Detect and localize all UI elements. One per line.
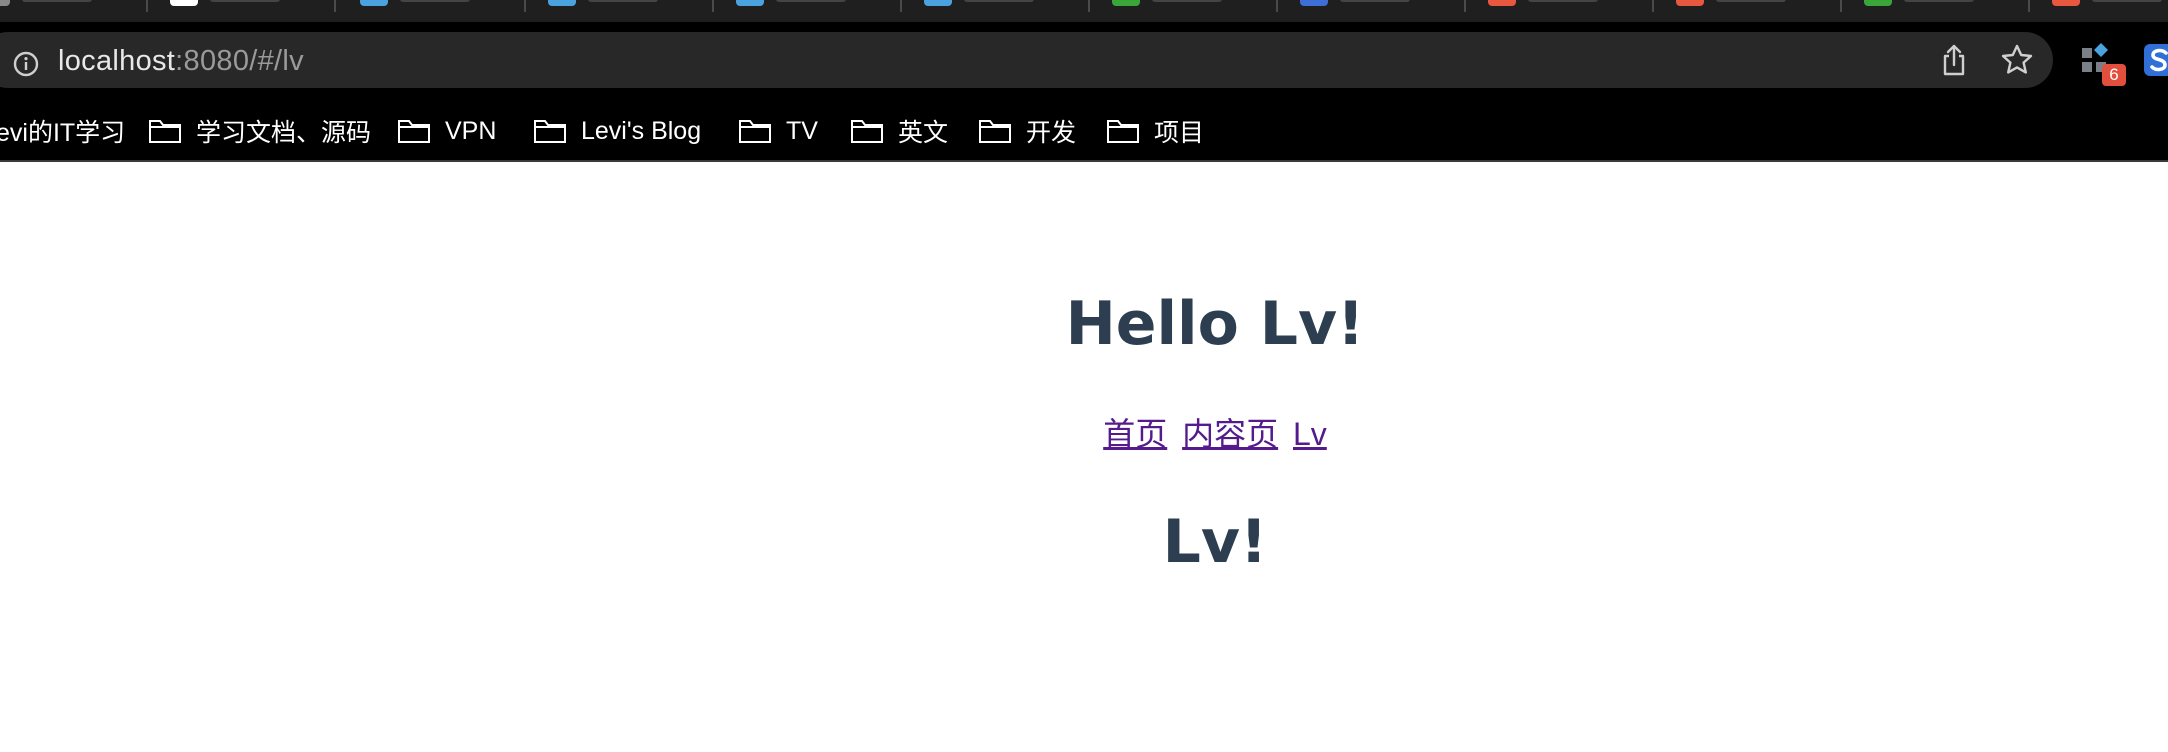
bookmark-label: evi的IT学习 <box>0 119 126 147</box>
tab-favicon <box>548 0 576 6</box>
route-view-heading: Lv! <box>1162 507 1268 577</box>
folder-icon <box>1107 120 1139 143</box>
tab-favicon <box>1864 0 1892 6</box>
tab-title-placeholder <box>400 0 470 2</box>
folder-icon <box>851 120 883 143</box>
browser-tab[interactable] <box>148 0 336 22</box>
tab-separator <box>334 0 336 12</box>
browser-tab[interactable] <box>1278 0 1466 22</box>
share-icon[interactable] <box>1939 43 1969 77</box>
address-url[interactable]: localhost:8080/#/lv <box>58 44 304 78</box>
folder-icon <box>739 120 771 143</box>
browser-tab[interactable] <box>1654 0 1842 22</box>
browser-tab[interactable] <box>1466 0 1654 22</box>
bookmark-label: TV <box>786 116 818 145</box>
nav-link-lv[interactable]: Lv <box>1293 416 1327 452</box>
tab-title-placeholder <box>22 0 92 2</box>
page-heading: Hello Lv! <box>1065 289 1365 359</box>
bookmark-folder[interactable]: 学习文档、源码 <box>148 100 371 162</box>
folder-icon <box>149 120 181 143</box>
tab-title-placeholder <box>1528 0 1598 2</box>
tab-favicon <box>170 0 198 6</box>
folder-icon <box>534 120 566 143</box>
tab-favicon <box>2052 0 2080 6</box>
tab-strip <box>0 0 2168 22</box>
tab-title-placeholder <box>210 0 280 2</box>
bookmark-star-icon[interactable] <box>2000 43 2034 77</box>
bookmark-label: VPN <box>445 116 497 145</box>
bookmark-folder[interactable]: Levi's Blog <box>533 100 701 162</box>
browser-tab[interactable] <box>338 0 526 22</box>
tab-title-placeholder <box>1152 0 1222 2</box>
tab-title-placeholder <box>588 0 658 2</box>
page-content: Hello Lv! 首页 内容页 Lv Lv! <box>0 164 2168 752</box>
extension-s-icon[interactable] <box>2144 42 2168 78</box>
tab-favicon <box>0 0 10 6</box>
bookmark-label: 开发 <box>1026 119 1077 147</box>
browser-tab[interactable] <box>1090 0 1278 22</box>
tab-favicon <box>1112 0 1140 6</box>
extension-badge: 6 <box>2102 64 2126 86</box>
tab-favicon <box>360 0 388 6</box>
bookmark-item[interactable]: evi的IT学习 <box>0 100 125 162</box>
url-host: localhost <box>58 45 176 77</box>
tab-title-placeholder <box>964 0 1034 2</box>
tab-title-placeholder <box>2092 0 2162 2</box>
tab-title-placeholder <box>1716 0 1786 2</box>
tab-favicon <box>736 0 764 6</box>
bookmark-folder[interactable]: TV <box>738 100 818 162</box>
bookmarks-bar: evi的IT学习 学习文档、源码 VPN Levi's Blog TV 英文 开… <box>0 100 2168 162</box>
browser-tab[interactable] <box>0 0 148 22</box>
tab-favicon <box>1676 0 1704 6</box>
tab-favicon <box>924 0 952 6</box>
tab-title-placeholder <box>1904 0 1974 2</box>
bookmark-label: 学习文档、源码 <box>196 119 372 147</box>
address-bar[interactable] <box>0 32 2053 88</box>
bookmark-folder[interactable]: 项目 <box>1106 100 1204 162</box>
route-nav: 首页 内容页 Lv <box>0 414 2168 454</box>
bookmark-folder[interactable]: VPN <box>397 100 496 162</box>
bookmark-label: Levi's Blog <box>581 116 702 145</box>
folder-icon <box>979 120 1011 143</box>
nav-link-content[interactable]: 内容页 <box>1182 416 1278 452</box>
browser-tab[interactable] <box>1842 0 2030 22</box>
browser-tab[interactable] <box>902 0 1090 22</box>
browser-tab[interactable] <box>526 0 714 22</box>
tab-title-placeholder <box>776 0 846 2</box>
bookmark-folder[interactable]: 英文 <box>850 100 948 162</box>
bookmark-folder[interactable]: 开发 <box>978 100 1076 162</box>
nav-link-home[interactable]: 首页 <box>1103 416 1167 452</box>
tab-favicon <box>1300 0 1328 6</box>
bookmark-label: 英文 <box>898 119 949 147</box>
folder-icon <box>398 120 430 143</box>
site-info-icon[interactable] <box>12 50 40 78</box>
browser-tab[interactable] <box>714 0 902 22</box>
browser-toolbar <box>0 22 2168 100</box>
browser-tab[interactable] <box>2030 0 2168 22</box>
url-path: :8080/#/lv <box>175 45 304 77</box>
tab-title-placeholder <box>1340 0 1410 2</box>
bookmark-label: 项目 <box>1154 119 1205 147</box>
tab-favicon <box>1488 0 1516 6</box>
